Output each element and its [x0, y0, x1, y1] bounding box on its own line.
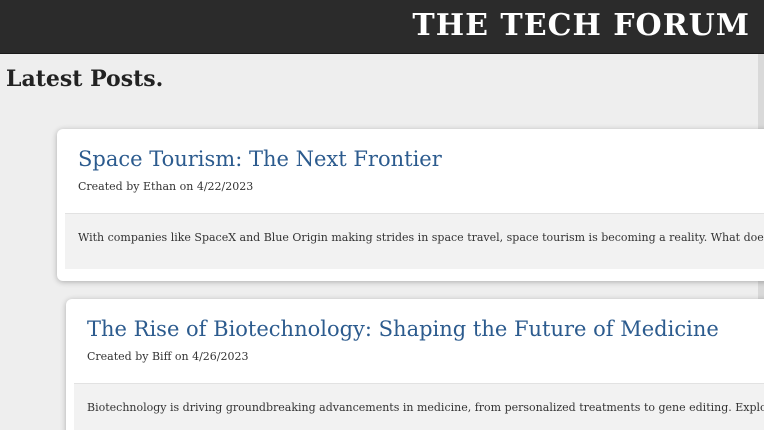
page-title: Latest Posts. [6, 66, 164, 92]
post-card[interactable]: Space Tourism: The Next Frontier Created… [57, 129, 764, 281]
post-excerpt: With companies like SpaceX and Blue Orig… [65, 213, 764, 269]
post-meta: Created by Ethan on 4/22/2023 [78, 180, 254, 193]
post-excerpt: Biotechnology is driving groundbreaking … [74, 383, 764, 430]
post-title-link[interactable]: The Rise of Biotechnology: Shaping the F… [87, 315, 719, 343]
post-meta: Created by Biff on 4/26/2023 [87, 350, 249, 363]
site-title[interactable]: THE TECH FORUM [412, 8, 750, 44]
site-header: THE TECH FORUM [0, 0, 764, 54]
post-title-link[interactable]: Space Tourism: The Next Frontier [78, 145, 442, 173]
post-card[interactable]: The Rise of Biotechnology: Shaping the F… [66, 299, 764, 430]
